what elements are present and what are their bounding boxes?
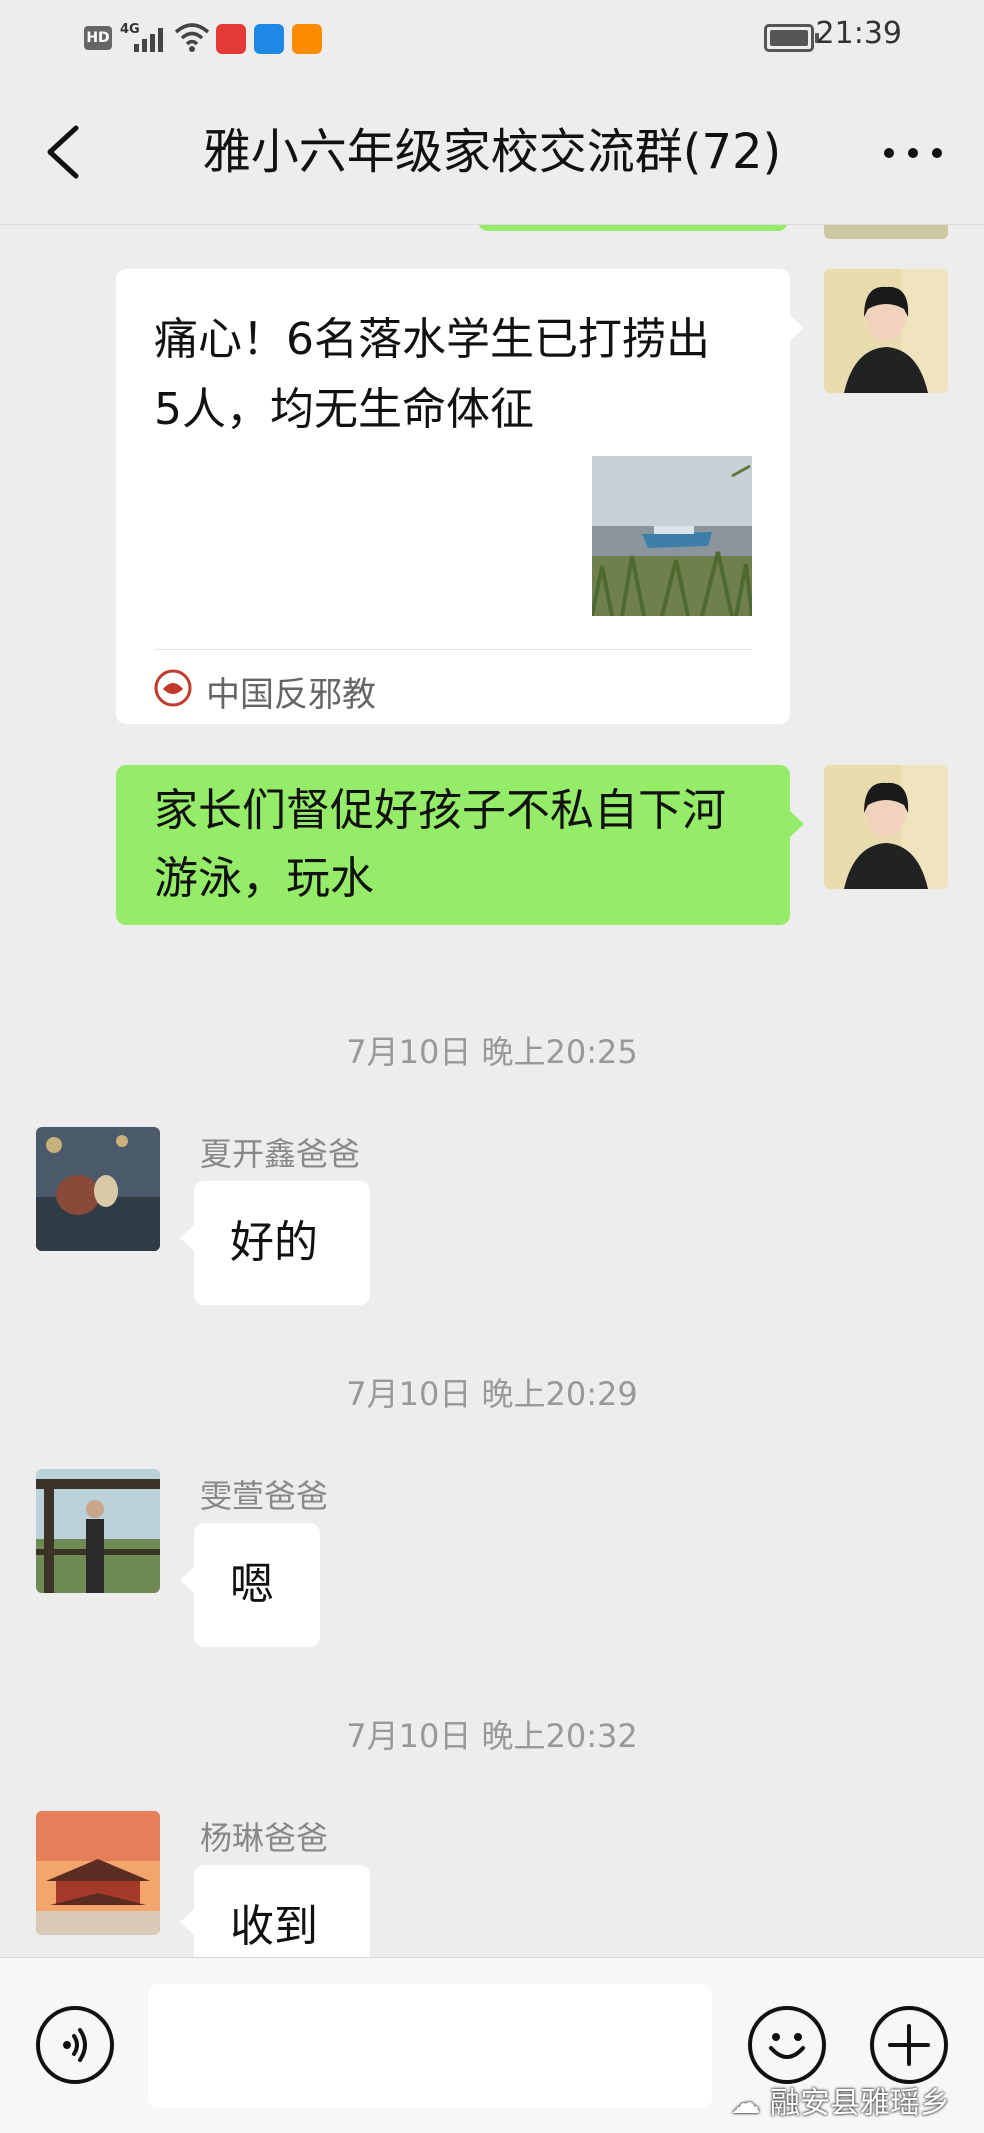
sender-avatar[interactable]: [36, 1469, 160, 1593]
sender-name: 杨琳爸爸: [200, 1819, 329, 1857]
more-dots-icon[interactable]: [878, 130, 948, 174]
input-bar: ☁ 融安县雅瑶乡: [0, 1957, 984, 2133]
message-input[interactable]: [148, 1984, 712, 2108]
emoji-icon[interactable]: [748, 2006, 826, 2084]
sender-avatar[interactable]: [36, 1811, 160, 1935]
app-notification-icon: [216, 24, 246, 54]
watermark: ☁ 融安县雅瑶乡: [730, 2078, 950, 2122]
article-source: 中国反邪教: [206, 675, 376, 715]
self-avatar[interactable]: [824, 765, 948, 889]
status-time: 21:39: [815, 16, 902, 51]
received-message-bubble[interactable]: 嗯: [194, 1523, 320, 1647]
self-avatar[interactable]: [824, 269, 948, 393]
self-message-bubble[interactable]: 家长们督促好孩子不私自下河游泳，玩水: [116, 765, 790, 925]
plus-icon[interactable]: [870, 2006, 948, 2084]
received-message-text: 收到: [230, 1901, 318, 1952]
article-card[interactable]: 痛心！6名落水学生已打捞出5人，均无生命体征 中国反邪教: [116, 269, 790, 724]
received-message-bubble[interactable]: 好的: [194, 1181, 370, 1305]
hd-badge: HD: [84, 26, 112, 50]
message-timestamp: 7月10日 晚上20:32: [346, 1717, 638, 1755]
chat-title: 雅小六年级家校交流群(72): [202, 124, 782, 180]
previous-message-bubble[interactable]: [478, 225, 788, 231]
bubble-tail: [790, 315, 804, 341]
bubble-tail: [180, 1909, 194, 1935]
app-notification-icon: [254, 24, 284, 54]
chevron-left-icon[interactable]: [36, 120, 96, 184]
self-avatar[interactable]: [824, 225, 948, 239]
message-list[interactable]: 痛心！6名落水学生已打捞出5人，均无生命体征 中国反邪教 家长们督促好孩子不私自…: [0, 225, 984, 1957]
status-bar: HD 4G 21:39: [0, 0, 984, 80]
watermark-text: 融安县雅瑶乡: [770, 2086, 950, 2121]
bubble-tail: [180, 1567, 194, 1593]
app-notification-icon: [292, 24, 322, 54]
wifi-icon: [174, 23, 210, 52]
voice-icon[interactable]: [36, 2006, 114, 2084]
message-timestamp: 7月10日 晚上20:25: [346, 1033, 638, 1071]
sender-name: 夏开鑫爸爸: [200, 1135, 361, 1173]
article-thumbnail: [592, 456, 752, 616]
received-message-text: 嗯: [230, 1559, 274, 1610]
self-message-text: 家长们督促好孩子不私自下河游泳，玩水: [154, 785, 726, 904]
source-logo-icon: [154, 669, 192, 707]
chat-header: 雅小六年级家校交流群(72): [0, 80, 984, 225]
wechat-logo-icon: ☁: [730, 2086, 761, 2121]
received-message-bubble[interactable]: 收到: [194, 1865, 370, 1957]
article-title: 痛心！6名落水学生已打捞出5人，均无生命体征: [154, 314, 710, 435]
sender-name: 雯萱爸爸: [200, 1477, 329, 1515]
battery-icon: [764, 24, 819, 52]
bubble-tail: [180, 1225, 194, 1251]
bubble-tail: [790, 811, 804, 837]
sender-avatar[interactable]: [36, 1127, 160, 1251]
received-message-text: 好的: [230, 1217, 318, 1268]
article-divider: [154, 649, 752, 650]
message-timestamp: 7月10日 晚上20:29: [346, 1375, 638, 1413]
signal-icon: [134, 28, 163, 52]
